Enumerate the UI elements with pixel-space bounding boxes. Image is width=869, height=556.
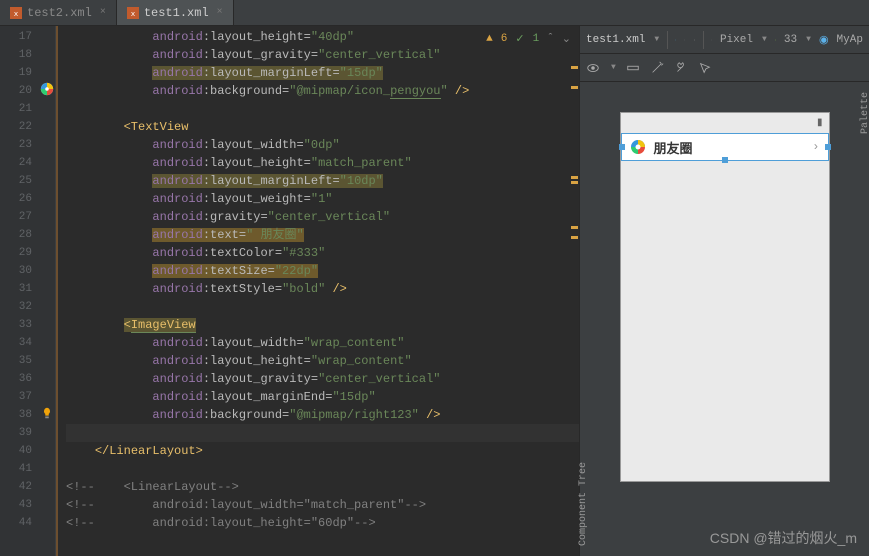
line-gutter: 1718192021222324252627282930313233343536… — [0, 26, 38, 556]
eye-icon[interactable] — [586, 61, 600, 75]
app-theme[interactable]: MyAp — [837, 34, 863, 46]
close-icon[interactable]: × — [100, 7, 106, 18]
device-icon — [711, 33, 712, 47]
code-editor[interactable]: 1718192021222324252627282930313233343536… — [0, 26, 579, 556]
palette-label[interactable]: Palette — [860, 92, 869, 134]
svg-text:x: x — [131, 11, 136, 19]
preview-canvas[interactable]: Palette Component Tree ▮ 朋友圈 — [580, 82, 869, 556]
preview-toolbar-1: test1.xml▼ Pixel▼ 33▼ ◉ MyAp — [580, 26, 869, 54]
main-content: 1718192021222324252627282930313233343536… — [0, 26, 869, 556]
code-area[interactable]: android:layout_height="40dp" android:lay… — [58, 26, 579, 556]
close-icon[interactable]: × — [217, 7, 223, 18]
magic-wand-icon[interactable] — [650, 61, 664, 75]
svg-text:x: x — [14, 11, 19, 19]
layout-preview-pane: test1.xml▼ Pixel▼ 33▼ ◉ MyAp ▼ Palette C… — [579, 26, 869, 556]
xml-file-icon: x — [10, 7, 22, 19]
night-mode-icon[interactable] — [694, 33, 695, 47]
select-icon[interactable] — [698, 61, 712, 75]
ok-count: 1 — [533, 33, 540, 45]
device-frame[interactable]: ▮ 朋友圈 › — [620, 112, 830, 482]
wrench-icon[interactable] — [674, 61, 688, 75]
xml-file-icon: x — [127, 7, 139, 19]
ruler-icon[interactable] — [626, 61, 640, 75]
preview-list-item[interactable]: 朋友圈 › — [621, 133, 829, 161]
watermark: CSDN @错过的烟火_m — [710, 528, 857, 548]
status-bar: ▮ — [621, 113, 829, 133]
preview-toolbar-2: ▼ — [580, 54, 869, 82]
preview-file-name[interactable]: test1.xml — [586, 34, 645, 46]
tab-test2[interactable]: x test2.xml × — [0, 0, 117, 25]
warning-count: 6 — [501, 33, 508, 45]
warning-icon: ▲ — [486, 33, 493, 45]
check-icon: ✓ — [515, 32, 524, 46]
editor-tabs: x test2.xml × x test1.xml × — [0, 0, 869, 26]
gutter-icons — [38, 26, 56, 556]
android-icon — [775, 33, 776, 47]
component-tree-label[interactable]: Component Tree — [578, 462, 589, 546]
tab-label: test1.xml — [144, 6, 209, 20]
signal-icon: ▮ — [817, 117, 823, 129]
tab-test1[interactable]: x test1.xml × — [117, 0, 234, 25]
api-level[interactable]: 33 — [784, 34, 797, 46]
orientation-icon[interactable] — [684, 33, 685, 47]
tab-label: test2.xml — [27, 6, 92, 20]
inspection-summary[interactable]: ▲ 6 ✓ 1 ˆ ⌄ — [486, 32, 571, 46]
caret-icon: ˆ — [547, 33, 554, 45]
row-text: 朋友圈 — [654, 138, 693, 157]
device-name[interactable]: Pixel — [720, 34, 753, 46]
layers-icon[interactable] — [675, 33, 676, 47]
moments-icon — [630, 139, 646, 155]
chevron-right-icon: › — [812, 140, 819, 154]
